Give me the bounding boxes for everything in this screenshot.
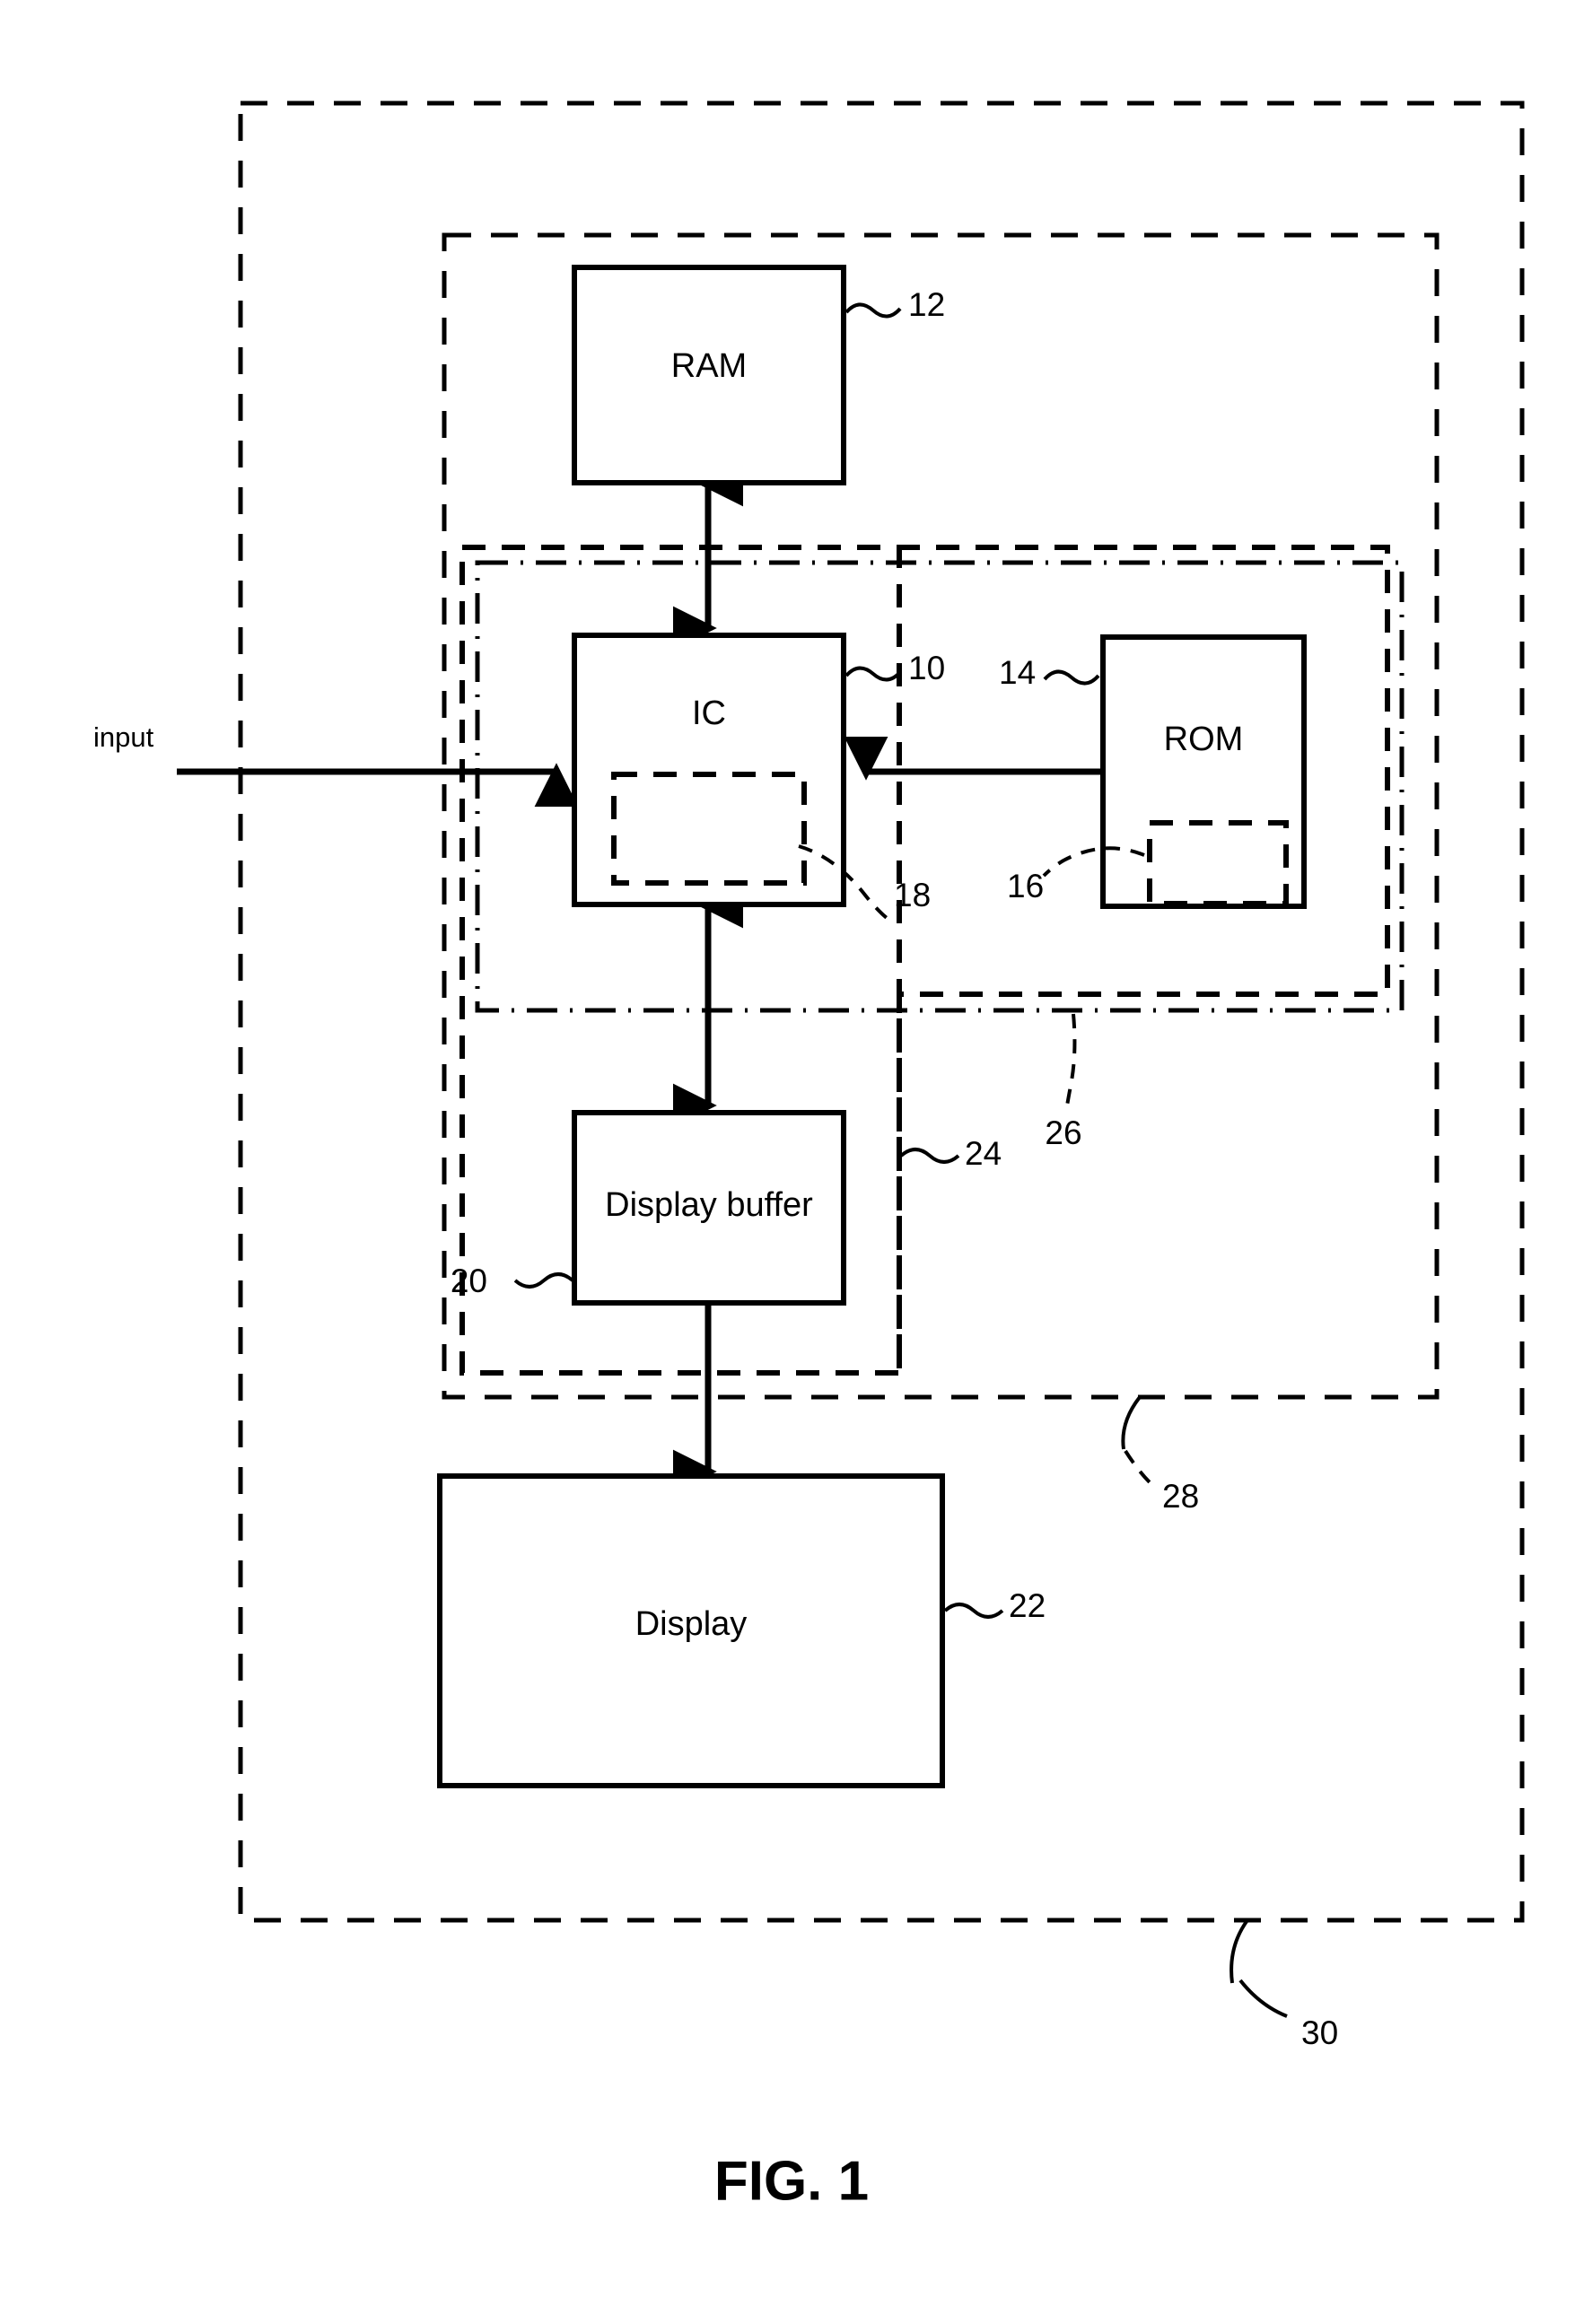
ref-12: 12: [908, 286, 945, 323]
leader-20: [513, 1272, 574, 1289]
leader-14: [1043, 669, 1100, 686]
ref-24: 24: [965, 1135, 1002, 1172]
ref-18: 18: [894, 877, 931, 913]
leader-24: [899, 1148, 960, 1164]
block-ic-label: IC: [692, 695, 726, 732]
ref-22: 22: [1009, 1587, 1046, 1624]
figure-canvas: RAM 12 IC 10 18 ROM 14 16 Display buffer…: [93, 100, 1525, 2212]
ref-20: 20: [451, 1262, 487, 1299]
leader-10: [845, 666, 902, 682]
leader-30-tail: [1238, 1979, 1288, 2018]
block-rom[interactable]: [1100, 634, 1307, 909]
leader-12: [845, 302, 902, 319]
block-display-buffer-label: Display buffer: [605, 1186, 813, 1224]
ref-30: 30: [1301, 2014, 1338, 2051]
leader-26: [1064, 1013, 1077, 1112]
ref-16: 16: [1007, 868, 1044, 904]
input-label: input: [93, 721, 154, 753]
block-display-label: Display: [635, 1605, 748, 1643]
ref-14: 14: [999, 654, 1036, 691]
figure-caption: FIG. 1: [714, 2150, 869, 2212]
ref-10: 10: [908, 650, 945, 686]
patent-figure: RAM 12 IC 10 18 ROM 14 16 Display buffer…: [0, 0, 1584, 2324]
ref-28: 28: [1162, 1478, 1199, 1515]
leader-30: [1230, 1918, 1249, 1984]
leader-28: [1121, 1395, 1142, 1450]
block-ram-label: RAM: [671, 347, 747, 385]
leader-22: [943, 1603, 1004, 1619]
leader-28-tail: [1124, 1449, 1152, 1485]
block-rom-label: ROM: [1164, 721, 1244, 758]
ref-26: 26: [1045, 1114, 1081, 1151]
